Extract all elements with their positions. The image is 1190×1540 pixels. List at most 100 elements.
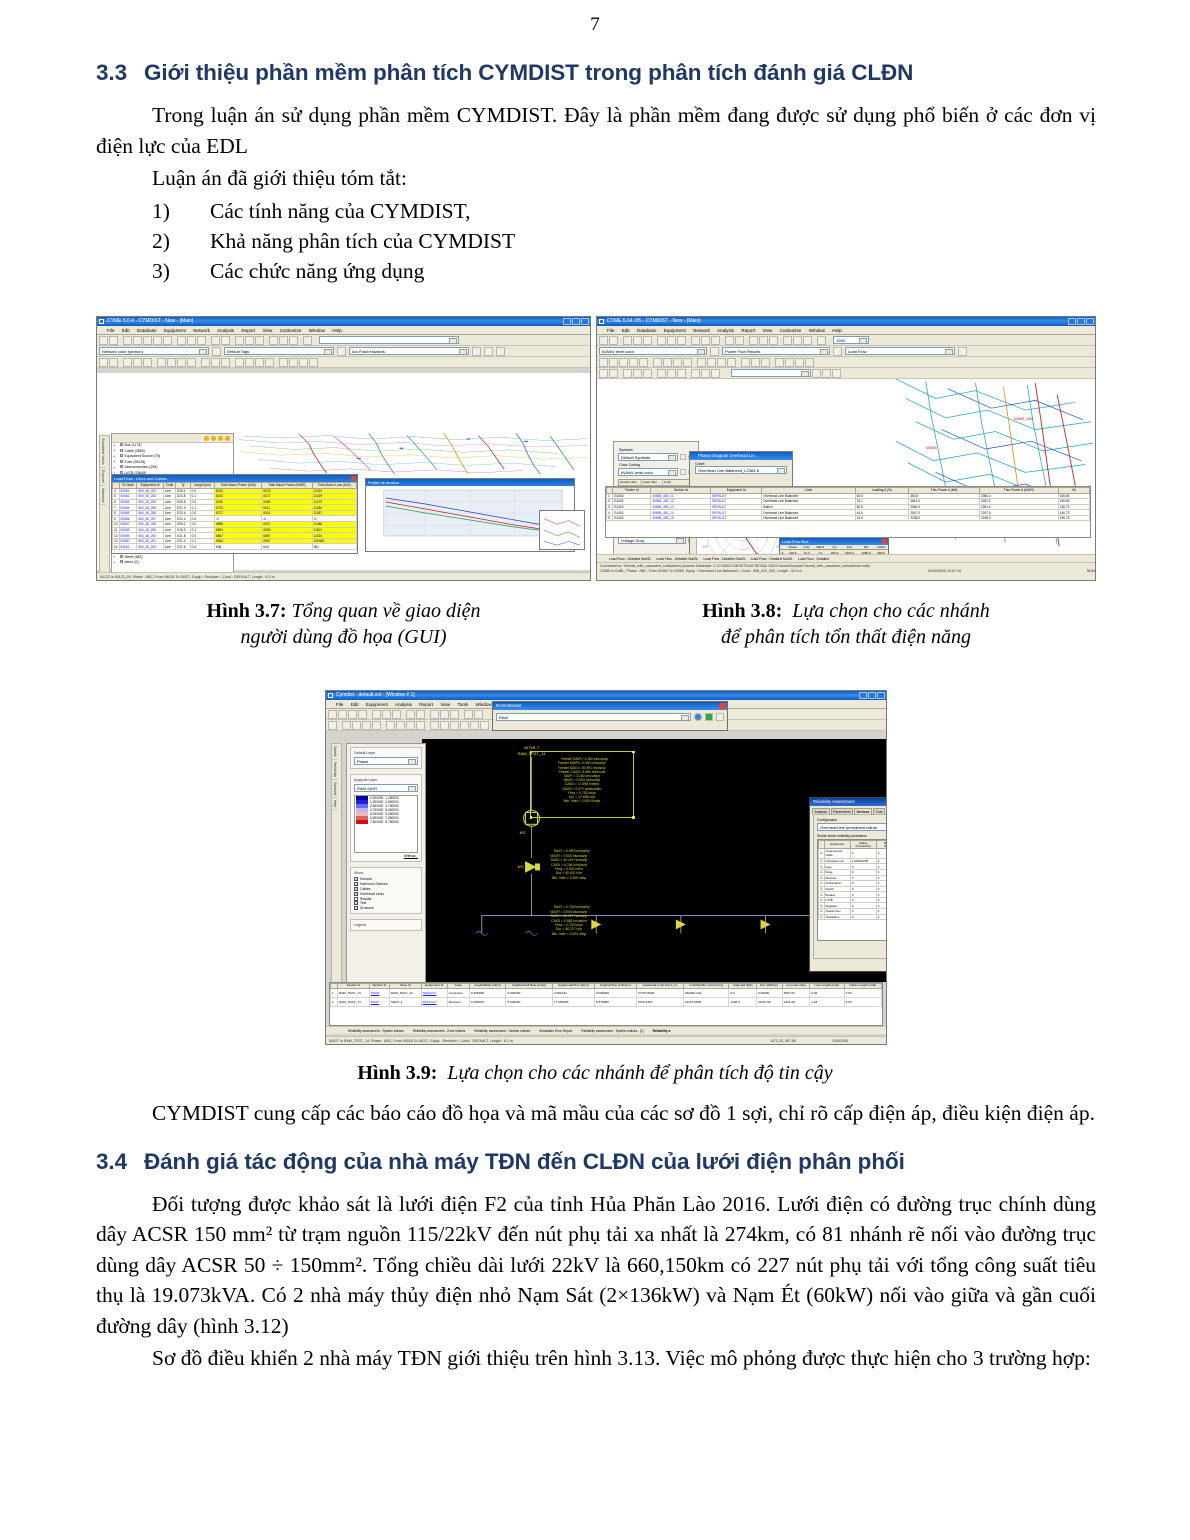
fig37-network-map[interactable] xyxy=(239,431,588,474)
device-params-grid[interactable]: Equipment Failure (f/unit/yr/km) Block (… xyxy=(817,839,886,941)
align-icon[interactable] xyxy=(727,357,736,367)
table-body[interactable]: ☑Underground Cable001.000.000☑Overhead L… xyxy=(818,848,886,921)
node-tool-icon[interactable] xyxy=(619,357,628,367)
new-icon[interactable] xyxy=(328,709,337,719)
default-layer-combo[interactable]: Phase xyxy=(354,757,418,765)
fig37-vertical-tabs[interactable]: Simulation Views Explorer Networks xyxy=(99,435,110,580)
menu-equipment[interactable]: Equipment xyxy=(366,702,388,707)
menu-customize[interactable]: Customize xyxy=(280,328,302,333)
ortho-icon[interactable] xyxy=(643,368,652,378)
report-icon[interactable] xyxy=(817,335,826,345)
menu-network[interactable]: Network xyxy=(693,328,710,333)
italic-icon[interactable] xyxy=(822,368,831,378)
grid-view-icon[interactable] xyxy=(783,335,792,345)
menu-view[interactable]: View xyxy=(440,702,450,707)
grid-snap-icon[interactable] xyxy=(633,368,642,378)
table-row[interactable]: 5 G1402 40865_460_15 DEFAULT Overhead Line B… xyxy=(606,514,1090,522)
zoom-out-icon[interactable] xyxy=(440,720,449,730)
node-tool-icon[interactable] xyxy=(342,720,351,730)
mirror-icon[interactable] xyxy=(717,357,726,367)
device-tool-icon[interactable] xyxy=(352,720,361,730)
fig39-layers-panel[interactable]: Default Layer Phase Analysis Layer RAM-S… xyxy=(346,743,426,993)
fig38-font-combo[interactable] xyxy=(731,369,811,377)
link-icon[interactable] xyxy=(187,335,196,345)
fig38-menubar[interactable]: File Edit Database Equipment Network Ana… xyxy=(597,326,1095,335)
tab-simulation-error-report[interactable]: Simulation Error Report xyxy=(539,1027,572,1034)
fig39-vertical-tabs[interactable]: Details Reliability Symbols Help xyxy=(331,743,342,993)
menu-file[interactable]: File xyxy=(336,702,343,707)
close-icon[interactable] xyxy=(351,476,356,481)
vtab-details[interactable]: Details xyxy=(332,744,338,760)
fig38-analysis-combo[interactable]: Load Flow xyxy=(845,347,955,355)
undo-icon[interactable] xyxy=(725,335,734,345)
fig37-search-combo[interactable] xyxy=(319,336,459,344)
legend-icon[interactable] xyxy=(803,335,812,345)
table-body[interactable]: 4 50651 560_48_252 Line E26.4 0.0 6010 6078 1140… xyxy=(112,487,358,551)
run-icon[interactable] xyxy=(440,709,449,719)
open-icon[interactable] xyxy=(338,709,347,719)
menu-analysis[interactable]: Analysis xyxy=(395,702,412,707)
arrow-right-icon[interactable] xyxy=(775,357,784,367)
open-icon[interactable] xyxy=(109,335,118,345)
save-icon[interactable] xyxy=(358,709,367,719)
zoom-out-icon[interactable] xyxy=(759,335,768,345)
edit-symbols-icon[interactable] xyxy=(680,454,686,460)
colorcoding-combo[interactable]: kVA/kV level color xyxy=(618,468,678,476)
new-icon[interactable] xyxy=(99,335,108,345)
redo-icon[interactable] xyxy=(221,335,230,345)
filter-icon[interactable] xyxy=(691,368,700,378)
window-controls[interactable] xyxy=(563,318,589,325)
line-tool-icon[interactable] xyxy=(372,720,381,730)
print-icon[interactable] xyxy=(372,709,381,719)
menu-view[interactable]: View xyxy=(262,328,272,333)
cable-tool-icon[interactable] xyxy=(362,720,371,730)
tab-loadflow-2[interactable]: Load Flow - Detailed SubSt. xyxy=(656,555,698,562)
table-row[interactable]: 2 RAM_TEST_14 54027 54027-1 DEFAULT Recloser 3… xyxy=(330,997,882,1008)
add-line-icon[interactable] xyxy=(701,335,710,345)
fig37-tags-combo[interactable]: Default Tags xyxy=(224,347,334,355)
cut-icon[interactable] xyxy=(657,335,666,345)
line-tool-icon[interactable] xyxy=(629,357,638,367)
vee-tool-icon[interactable] xyxy=(406,720,415,730)
delete2-icon[interactable] xyxy=(683,357,692,367)
help-icon[interactable] xyxy=(694,713,702,721)
table-cell[interactable]: 54026 xyxy=(368,988,390,999)
warning-icon[interactable] xyxy=(484,346,493,356)
run-loadflow-icon[interactable] xyxy=(235,357,244,367)
menu-window[interactable]: Window xyxy=(309,328,325,333)
ungroup-icon[interactable] xyxy=(667,368,676,378)
loadflow-table[interactable]: To Node Equipment Id Code Ty Length (km)… xyxy=(112,482,358,551)
table-cell[interactable]: DEFAULT xyxy=(420,988,448,999)
color-scale-row[interactable]: 7.500000 8.750000 xyxy=(355,820,417,824)
tab-loadflow-4[interactable]: Load Flow - Detailed SubSt. xyxy=(751,555,793,562)
color-scale-list[interactable]: 0.000000 1.250000 1.250000 2.500000 2.500000… xyxy=(354,795,418,853)
run-reliability-icon[interactable] xyxy=(255,357,264,367)
delete-tool-icon[interactable] xyxy=(416,720,425,730)
fig37-loadflow-grid[interactable]: Load Flow - Lines and Cables To Node Equ… xyxy=(111,474,358,554)
chart-icon[interactable] xyxy=(751,357,760,367)
menu-report[interactable]: Report xyxy=(241,328,255,333)
add-icon[interactable] xyxy=(177,335,186,345)
properties-icon[interactable] xyxy=(711,368,720,378)
fig39-results-tabstrip[interactable]: Reliability assessment - System indices … xyxy=(326,1026,886,1034)
apply-results-icon[interactable] xyxy=(833,346,842,356)
zoom-in-icon[interactable] xyxy=(749,335,758,345)
fig37-toolbar-row3[interactable] xyxy=(97,357,590,368)
cable-tool-icon[interactable] xyxy=(143,357,152,367)
table-row[interactable]: 14 50661 560_48_262 Line E21.6 0.0 608 644 681 xyxy=(112,543,358,551)
source-tool-icon[interactable] xyxy=(177,357,186,367)
fig37-menubar[interactable]: File Edit Database Equipment Network Ana… xyxy=(97,326,590,335)
menu-customize[interactable]: Customize xyxy=(780,328,802,333)
measure-tool-icon[interactable] xyxy=(201,357,210,367)
next-icon[interactable] xyxy=(450,709,459,719)
fig38-feeder-grid[interactable]: Feeder Id Section Id Equipment Id Code L… xyxy=(605,486,1091,538)
close-icon[interactable] xyxy=(882,539,887,544)
show-checkbox-row[interactable]: Crossers xyxy=(354,906,418,911)
table-row[interactable]: ☑Translation000.000.000 xyxy=(818,913,886,921)
edit-icon[interactable] xyxy=(392,709,401,719)
menu-edit[interactable]: Edit xyxy=(351,702,359,707)
prev-icon[interactable] xyxy=(430,709,439,719)
menu-equipment[interactable]: Equipment xyxy=(164,328,186,333)
fig37-toolbar-row2[interactable]: Network color (section) Default Tags Arc… xyxy=(97,346,590,357)
tree-toolbar[interactable] xyxy=(112,434,233,443)
